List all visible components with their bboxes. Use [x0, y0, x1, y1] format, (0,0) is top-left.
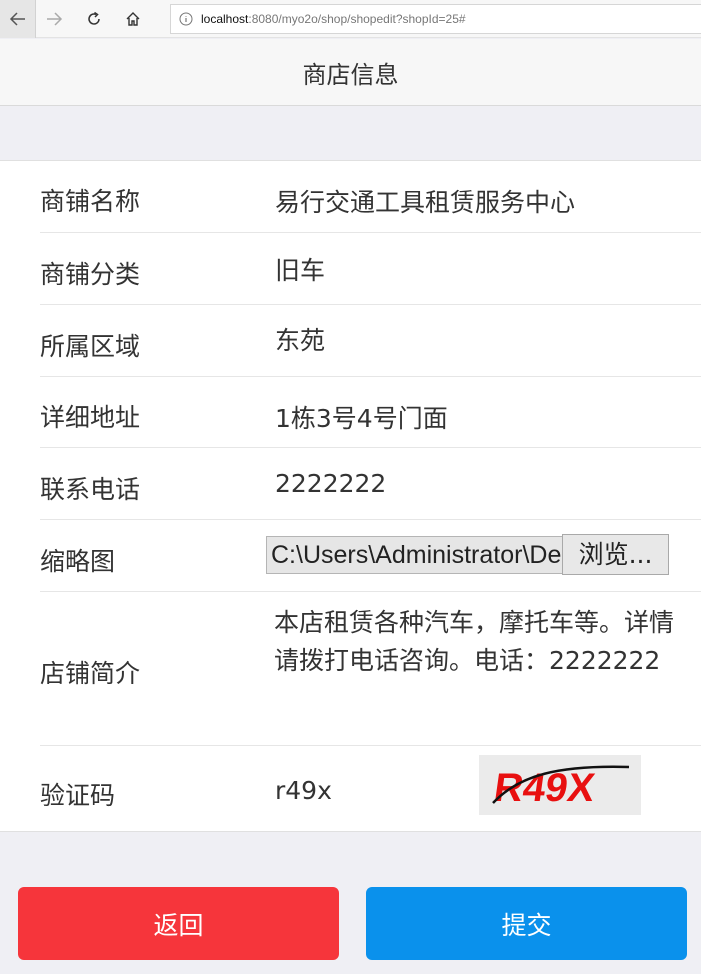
back-button[interactable]: 返回: [18, 887, 339, 960]
address-label: 详细地址: [40, 403, 141, 432]
url-text: localhost:8080/myo2o/shop/shopedit?shopI…: [201, 12, 466, 26]
thumbnail-file-input[interactable]: C:\Users\Administrator\Desktop: [266, 536, 563, 574]
thumbnail-label: 缩略图: [40, 547, 116, 576]
reload-icon[interactable]: [76, 0, 112, 38]
submit-button[interactable]: 提交: [366, 887, 687, 960]
shop-category-select[interactable]: 旧车: [275, 251, 325, 287]
address-bar[interactable]: localhost:8080/myo2o/shop/shopedit?shopI…: [170, 4, 701, 34]
thumbnail-row: 缩略图 C:\Users\Administrator\Desktop 浏览...: [40, 520, 701, 592]
phone-input[interactable]: 2222222: [275, 469, 386, 498]
captcha-label: 验证码: [40, 781, 116, 810]
page-header: 商店信息: [0, 39, 701, 106]
captcha-row: 验证码 r49x R49X: [40, 746, 701, 832]
area-select[interactable]: 东苑: [275, 321, 325, 357]
address-row: 详细地址 1栋3号4号门面: [40, 377, 701, 448]
description-textarea[interactable]: 本店租赁各种汽车，摩托车等。详情请拨打电话咨询。电话：2222222: [274, 604, 674, 680]
phone-row: 联系电话 2222222: [40, 448, 701, 520]
back-arrow-icon[interactable]: [0, 0, 36, 38]
shop-name-row: 商铺名称 易行交通工具租赁服务中心: [40, 161, 701, 233]
area-row: 所属区域 东苑: [40, 305, 701, 377]
browse-button[interactable]: 浏览...: [562, 534, 669, 575]
description-row: 店铺简介 本店租赁各种汽车，摩托车等。详情请拨打电话咨询。电话：2222222: [40, 592, 701, 746]
info-icon[interactable]: [171, 12, 201, 26]
home-icon[interactable]: [115, 0, 151, 38]
shop-category-row: 商铺分类 旧车: [40, 233, 701, 305]
browser-toolbar: localhost:8080/myo2o/shop/shopedit?shopI…: [0, 0, 701, 38]
address-input[interactable]: 1栋3号4号门面: [275, 399, 448, 435]
shop-name-input[interactable]: 易行交通工具租赁服务中心: [275, 183, 575, 219]
url-path: :8080/myo2o/shop/shopedit?shopId=25#: [248, 12, 466, 26]
captcha-image[interactable]: R49X: [479, 755, 641, 815]
shop-form: 商铺名称 易行交通工具租赁服务中心 商铺分类 旧车 所属区域 东苑 详细地址 1…: [0, 160, 701, 832]
shop-category-label: 商铺分类: [40, 260, 141, 289]
shop-name-label: 商铺名称: [40, 187, 141, 216]
area-label: 所属区域: [40, 332, 141, 361]
description-label: 店铺简介: [40, 659, 141, 688]
url-host: localhost: [201, 12, 249, 26]
phone-label: 联系电话: [40, 475, 141, 504]
forward-arrow-icon[interactable]: [36, 0, 72, 38]
page-title: 商店信息: [302, 60, 399, 89]
captcha-input[interactable]: r49x: [275, 776, 332, 805]
captcha-image-text: R49X: [491, 765, 598, 810]
